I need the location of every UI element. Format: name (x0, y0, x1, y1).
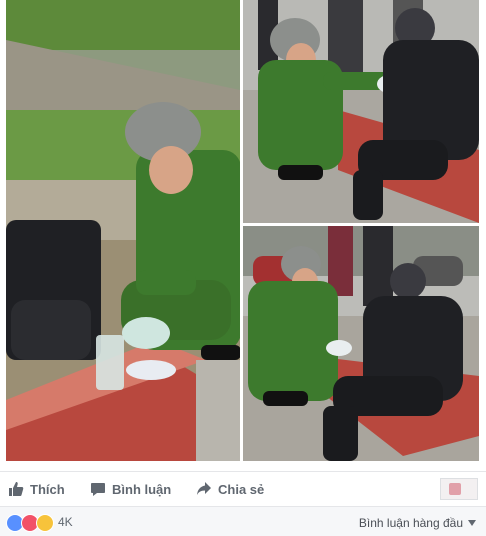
comments-filter-label: Bình luận hàng đầu (358, 516, 463, 530)
like-label: Thích (30, 481, 65, 497)
thumbs-up-icon (9, 482, 24, 496)
reaction-icons[interactable] (6, 514, 54, 532)
comment-button[interactable]: Bình luận (90, 479, 171, 499)
photo-officer-feeding-man-image (6, 0, 240, 461)
photo-officer-feeding-man[interactable] (6, 0, 240, 461)
share-button[interactable]: Chia sẻ (196, 479, 264, 499)
photo-officer-offering-bowl[interactable] (243, 0, 479, 223)
share-icon (197, 482, 211, 495)
photo-collage[interactable] (6, 0, 479, 461)
chevron-down-icon (468, 520, 476, 526)
avatar[interactable] (440, 478, 478, 500)
reaction-summary-bar: 4K Bình luận hàng đầu (0, 506, 486, 536)
photo-officer-crouching-image (243, 226, 479, 461)
reaction-count[interactable]: 4K (58, 515, 73, 529)
comments-filter-dropdown[interactable]: Bình luận hàng đầu (359, 516, 476, 530)
photo-officer-offering-bowl-image (243, 0, 479, 223)
post-action-bar: Thích Bình luận Chia sẻ (0, 471, 486, 506)
photo-officer-crouching[interactable] (243, 226, 479, 461)
wow-reaction-icon (36, 514, 54, 532)
like-button[interactable]: Thích (8, 479, 65, 499)
share-label: Chia sẻ (218, 481, 265, 497)
comment-label: Bình luận (112, 481, 172, 497)
comment-icon (91, 483, 105, 496)
